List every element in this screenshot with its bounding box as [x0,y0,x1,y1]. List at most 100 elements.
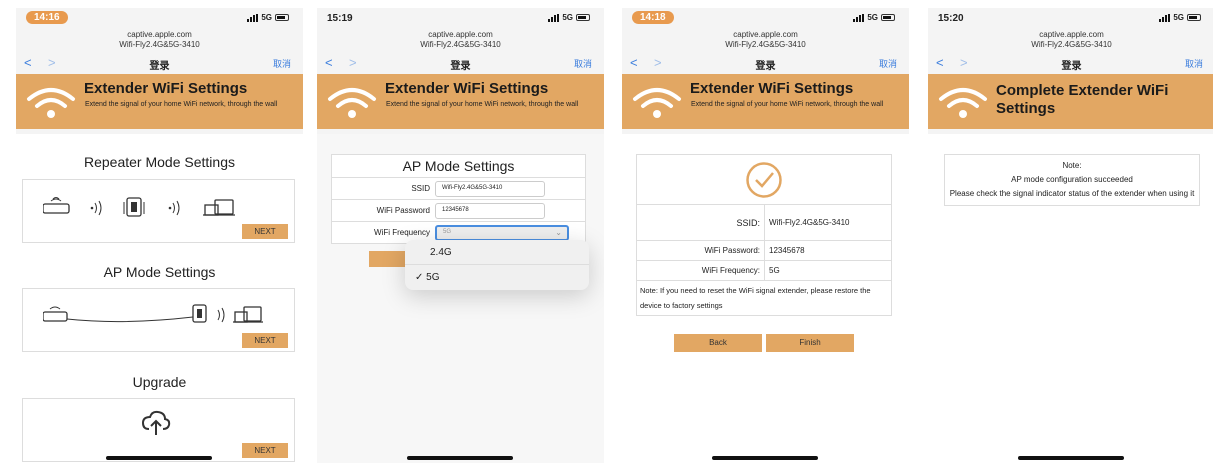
nav-title: 登录 [149,61,170,72]
page-content: AP Mode Settings SSID Wifi-Fly2.4G&5G-34… [317,134,604,463]
router-icon [43,306,68,322]
url-host: captive.apple.com [127,30,192,39]
page-content: SSID: Wifi-Fly2.4G&5G-3410 WiFi Password… [622,134,909,463]
cancel-button[interactable]: 取消 [879,57,897,70]
status-icons: 5G [247,13,289,22]
upgrade-title: Upgrade [132,374,187,390]
header-banner: Extender WiFi Settings Extend the signal… [16,74,303,129]
nav-title: 登录 [755,61,776,72]
url-ssid: Wifi-Fly2.4G&5G-3410 [725,40,806,49]
banner-title: Extender WiFi Settings [84,80,248,97]
ap-mode-title: AP Mode Settings [103,264,216,280]
note-title: Note: [1062,161,1082,170]
password-value: 12345678 [764,240,892,261]
banner-title: Extender WiFi Settings [385,80,549,97]
cell-signal-icon [1159,13,1171,22]
page-content: Repeater Mode Settings NEXT AP Mode Sett… [16,134,303,463]
success-box [636,154,892,204]
signal-waves-icon [217,307,225,323]
option-2-4g[interactable]: 2.4G [405,240,589,265]
url-ssid: Wifi-Fly2.4G&5G-3410 [119,40,200,49]
devices-icon [233,306,263,323]
status-bar: 14:16 5G [16,8,303,30]
battery-icon [576,14,590,21]
upgrade-card: NEXT [22,398,295,462]
devices-icon [203,199,235,216]
note-line-2: Please check the signal indicator status… [949,189,1195,198]
cancel-button[interactable]: 取消 [273,57,291,70]
url-ssid: Wifi-Fly2.4G&5G-3410 [420,40,501,49]
ap-next-button[interactable]: NEXT [242,333,288,348]
wifi-icon [27,88,75,118]
url-ssid: Wifi-Fly2.4G&5G-3410 [1031,40,1112,49]
repeater-next-button[interactable]: NEXT [242,224,288,239]
battery-icon [1187,14,1201,21]
ssid-label: SSID: [636,204,765,241]
ssid-input[interactable]: Wifi-Fly2.4G&5G-3410 [435,180,545,197]
frequency-selected: 5G [443,228,452,235]
finish-button[interactable]: Finish [766,334,854,352]
header-banner: Extender WiFi Settings Extend the signal… [317,74,604,129]
status-time: 15:20 [938,13,964,24]
repeater-mode-card: NEXT [22,179,295,243]
banner-title: Complete Extender WiFi Settings [996,82,1169,117]
password-label: WiFi Password [376,206,430,215]
completion-note: Note: AP mode configuration succeeded Pl… [944,154,1200,206]
nav-title: 登录 [1061,61,1082,72]
note-line-1: AP mode configuration succeeded [1011,175,1133,184]
banner-subtitle: Extend the signal of your home WiFi netw… [691,101,884,108]
save-button-partial[interactable] [369,251,409,267]
url-host: captive.apple.com [1039,30,1104,39]
ap-mode-card: NEXT [22,288,295,352]
network-type: 5G [261,13,272,22]
cancel-button[interactable]: 取消 [1185,57,1203,70]
status-time: 14:16 [26,11,68,24]
frequency-select[interactable]: 5G ⌄ [435,224,569,241]
captive-url: captive.apple.com Wifi-Fly2.4G&5G-3410 [928,30,1213,52]
wifi-icon [328,88,376,118]
chevron-down-icon: ⌄ [555,227,562,237]
home-indicator [1018,456,1124,460]
screen-4: 15:20 5G captive.apple.com Wifi-Fly2.4G&… [928,8,1213,463]
extender-icon [192,304,207,323]
signal-waves-icon-2 [168,200,180,216]
nav-title: 登录 [450,61,471,72]
wifi-icon [939,88,987,118]
banner-title: Extender WiFi Settings [690,80,854,97]
network-type: 5G [867,13,878,22]
page-content: Note: AP mode configuration succeeded Pl… [928,134,1213,463]
screen-1: 14:16 5G captive.apple.com Wifi-Fly2.4G&… [16,8,303,463]
status-time: 14:18 [632,11,674,24]
repeater-mode-title: Repeater Mode Settings [84,154,235,170]
option-5g[interactable]: ✓ 5G [405,265,589,290]
battery-icon [275,14,289,21]
checkmark-icon: ✓ [415,272,424,283]
home-indicator [407,456,513,460]
ssid-row: SSID: Wifi-Fly2.4G&5G-3410 [636,204,892,241]
captive-url: captive.apple.com Wifi-Fly2.4G&5G-3410 [622,30,909,52]
status-bar: 15:20 5G [928,8,1213,30]
wifi-icon [633,88,681,118]
back-button[interactable]: Back [674,334,762,352]
ssid-value: Wifi-Fly2.4G&5G-3410 [764,204,892,241]
battery-icon [881,14,895,21]
nav-bar: < > 登录 取消 [16,52,303,74]
cell-signal-icon [853,13,865,22]
form-title: AP Mode Settings [402,158,515,174]
extender-icon [123,197,145,217]
header-banner: Extender WiFi Settings Extend the signal… [622,74,909,129]
cancel-button[interactable]: 取消 [574,57,592,70]
reset-note: Note: If you need to reset the WiFi sign… [636,280,892,316]
upgrade-next-button[interactable]: NEXT [242,443,288,458]
screen-3: 14:18 5G captive.apple.com Wifi-Fly2.4G&… [622,8,909,463]
password-input[interactable]: 12345678 [435,202,545,219]
config-summary-table: SSID: Wifi-Fly2.4G&5G-3410 WiFi Password… [636,204,892,316]
status-bar: 14:18 5G [622,8,909,30]
screen-2: 15:19 5G captive.apple.com Wifi-Fly2.4G&… [317,8,604,463]
banner-subtitle: Extend the signal of your home WiFi netw… [85,101,278,108]
nav-bar: < > 登录 取消 [928,52,1213,74]
cell-signal-icon [548,13,560,22]
success-check-icon [746,162,782,198]
password-row: WiFi Password 12345678 [332,199,585,221]
frequency-row: WiFi Frequency: 5G [636,260,892,281]
